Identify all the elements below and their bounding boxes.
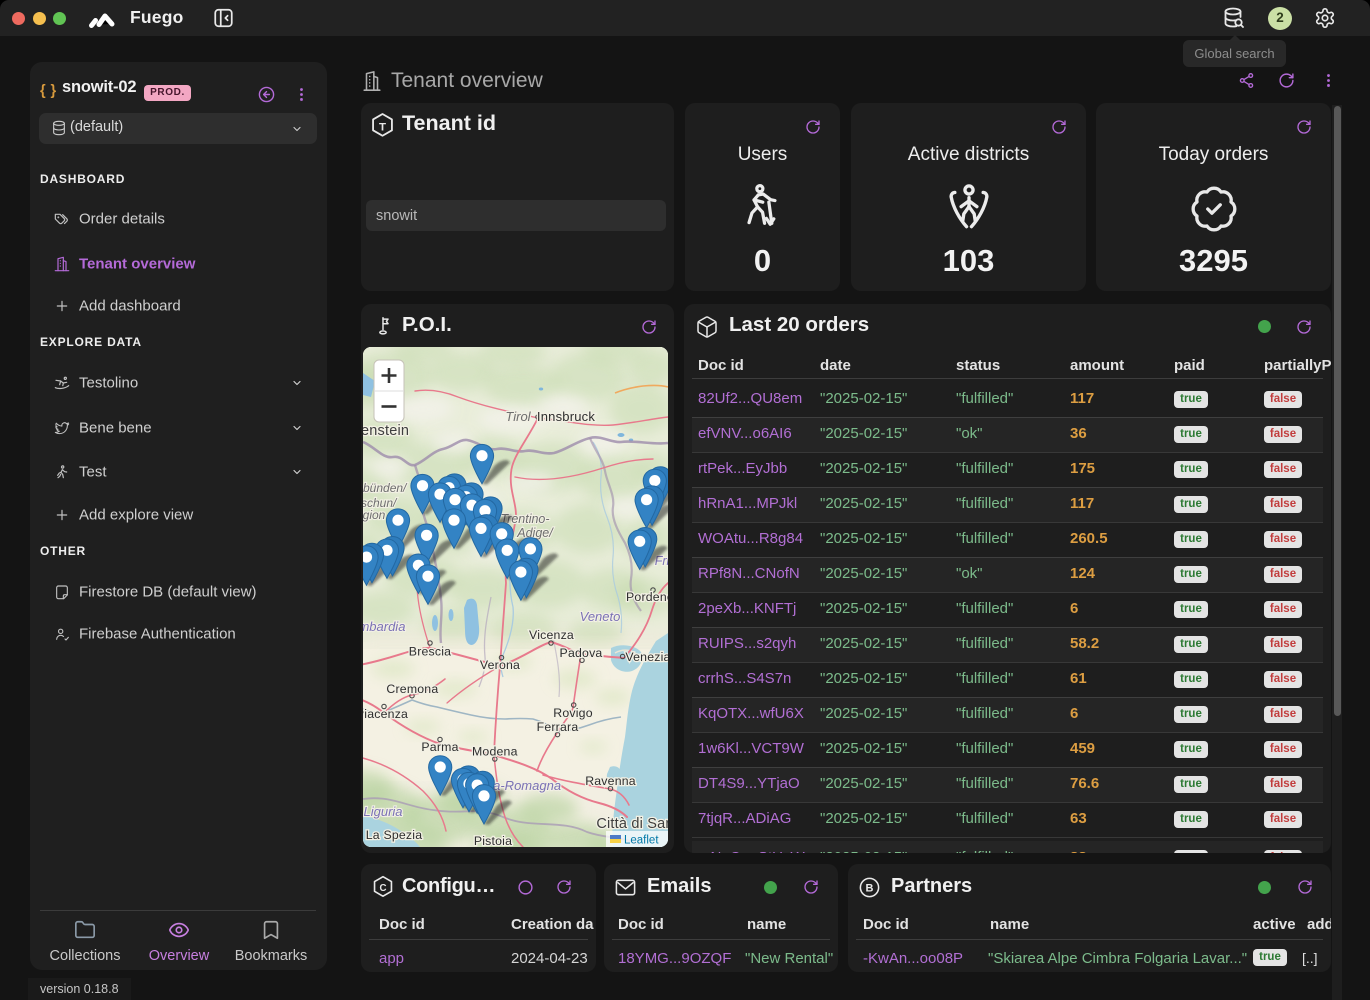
svg-text:Innsbruck: Innsbruck	[537, 409, 595, 424]
svg-text:Tirol: Tirol	[505, 409, 531, 424]
svg-text:T: T	[379, 121, 386, 133]
svg-text:La Spezia: La Spezia	[366, 828, 423, 842]
svg-text:Liguria: Liguria	[363, 804, 402, 819]
svg-text:Brescia: Brescia	[409, 645, 451, 659]
svg-text:Pordenone: Pordenone	[626, 590, 668, 604]
svg-text:Cremona: Cremona	[386, 682, 438, 696]
svg-text:Venezia: Venezia	[625, 650, 668, 664]
svg-text:Verona: Verona	[480, 658, 520, 672]
svg-text:Leaflet: Leaflet	[624, 835, 659, 847]
svg-text:Adige/: Adige/	[516, 526, 554, 540]
svg-text:Parma: Parma	[421, 740, 458, 754]
svg-text:Città di San: Città di San	[596, 816, 668, 832]
svg-text:C: C	[379, 883, 386, 894]
svg-text:Rovigo: Rovigo	[553, 706, 592, 720]
svg-text:Vicenza: Vicenza	[529, 628, 574, 642]
svg-text:Ferrara: Ferrara	[537, 720, 579, 734]
svg-text:Ravenna: Ravenna	[585, 774, 636, 788]
svg-text:Veneto: Veneto	[580, 609, 621, 624]
svg-text:enstein: enstein	[363, 423, 409, 439]
svg-text:Lombardia: Lombardia	[363, 619, 405, 634]
svg-text:Piacenza: Piacenza	[363, 707, 408, 721]
svg-text:Padova: Padova	[560, 646, 603, 660]
svg-text:Modena: Modena	[472, 745, 518, 759]
svg-text:bünden/: bünden/	[363, 481, 408, 495]
svg-text:B: B	[866, 883, 874, 895]
svg-text:igion: igion	[363, 508, 386, 522]
svg-text:Pistoia: Pistoia	[474, 834, 512, 847]
